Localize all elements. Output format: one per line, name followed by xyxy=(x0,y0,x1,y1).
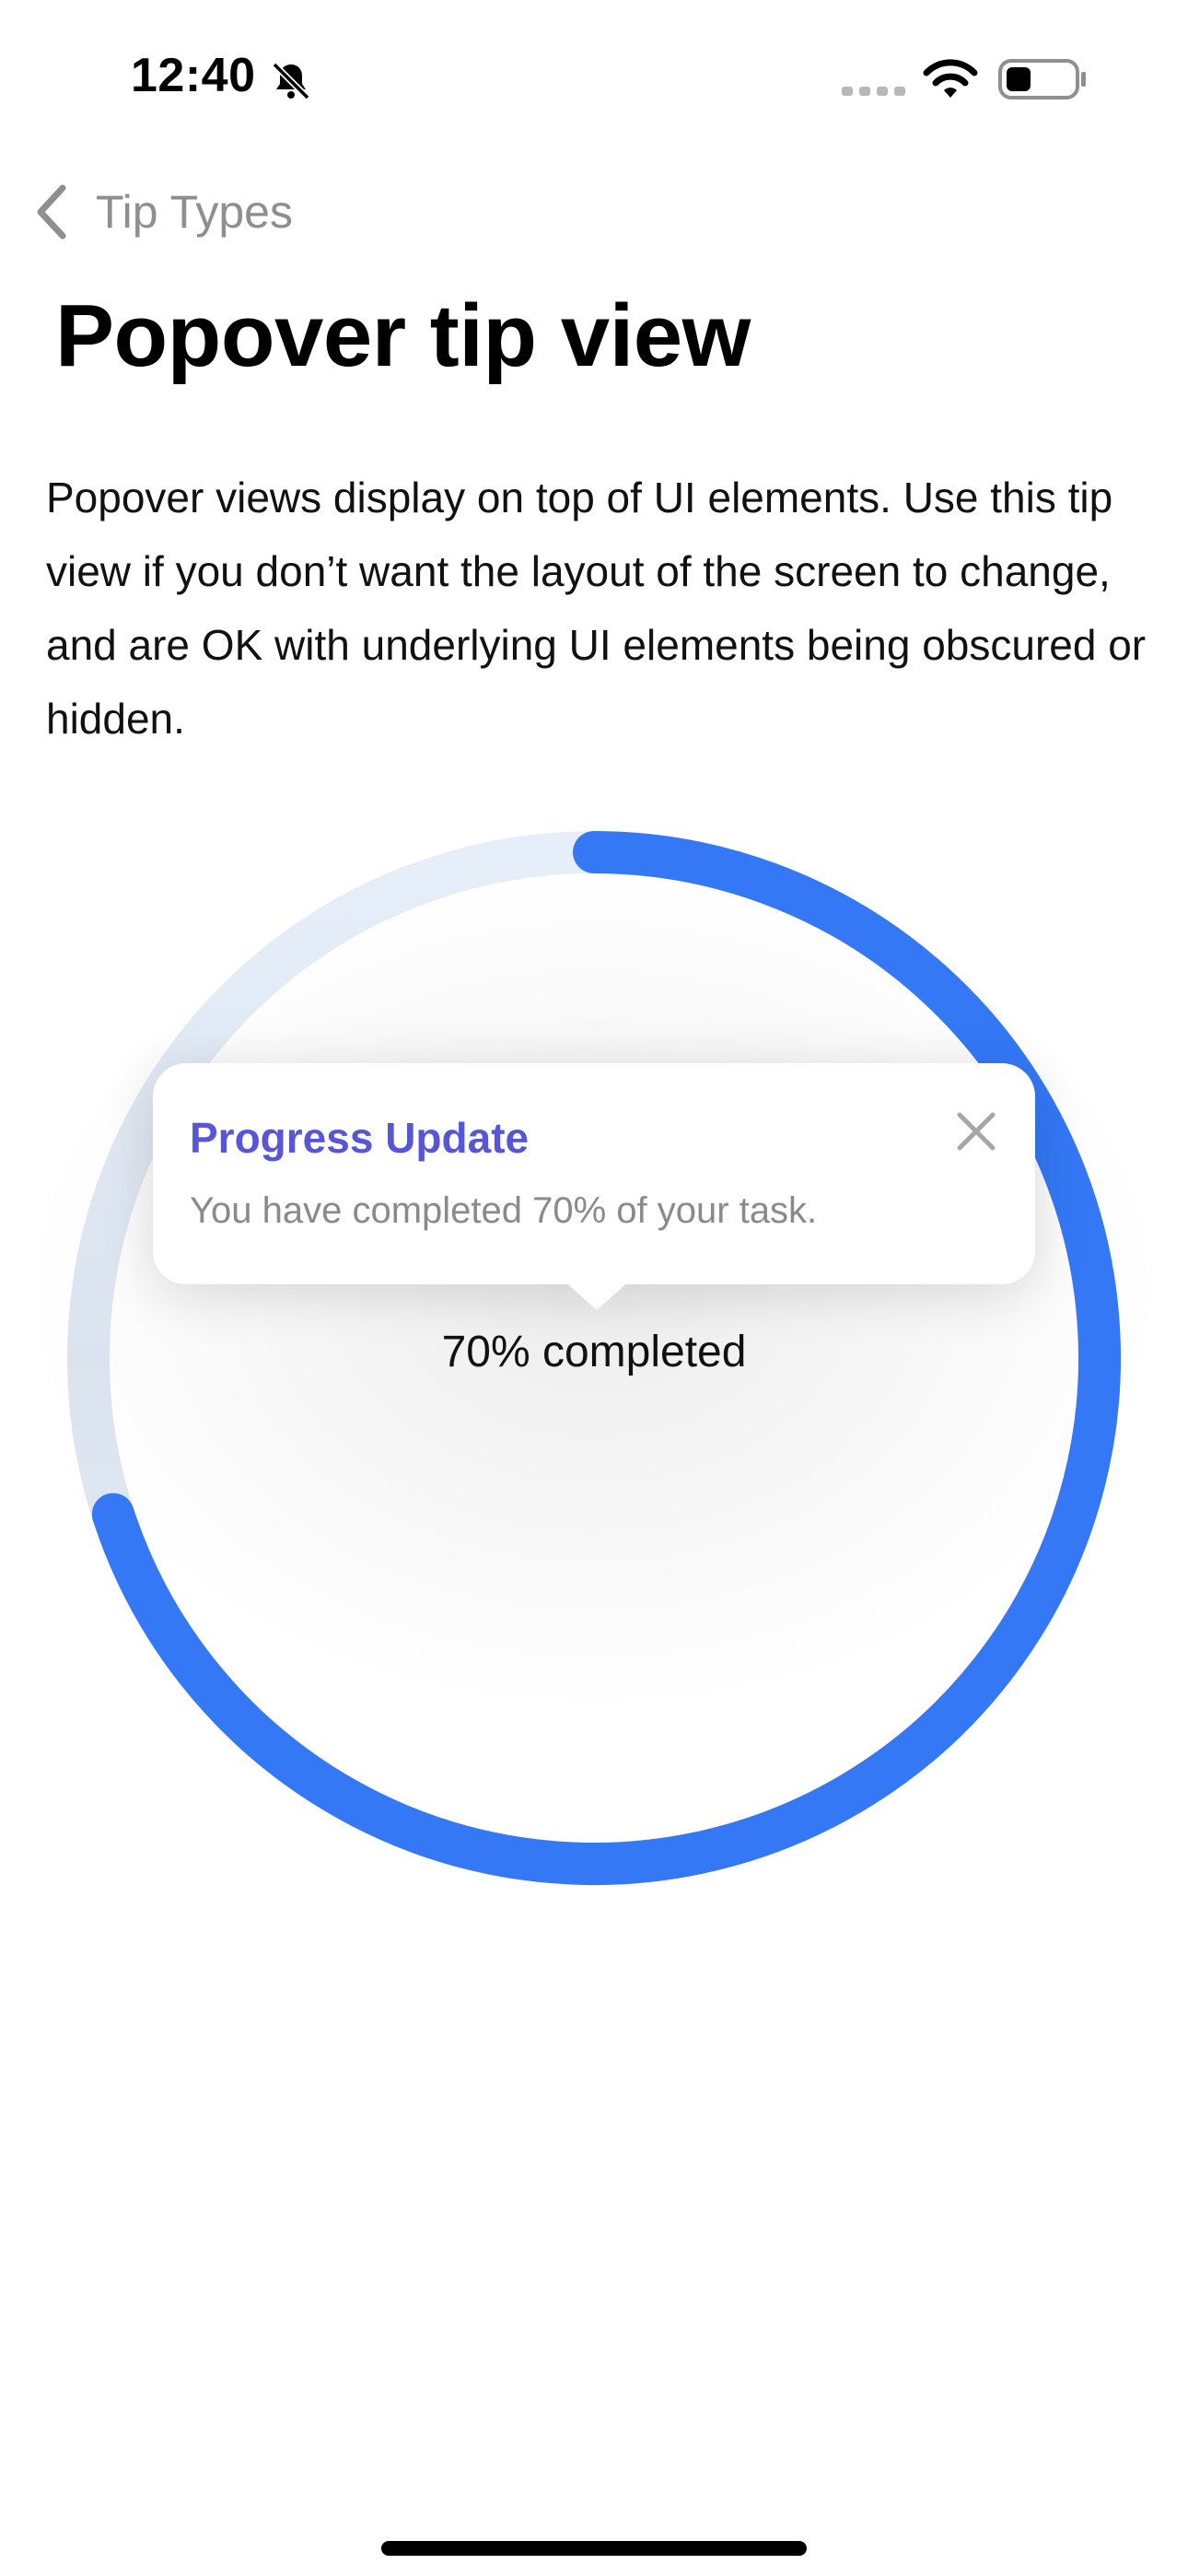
close-icon[interactable] xyxy=(954,1109,998,1153)
home-indicator[interactable] xyxy=(381,2541,807,2556)
tip-message: You have completed 70% of your task. xyxy=(190,1190,818,1231)
progress-label: 70% completed xyxy=(441,1328,747,1376)
tip-title: Progress Update xyxy=(190,1114,530,1162)
popover-tip-arrow xyxy=(564,1281,630,1310)
popover-tip: Progress Update You have completed 70% o… xyxy=(153,1063,1035,1310)
